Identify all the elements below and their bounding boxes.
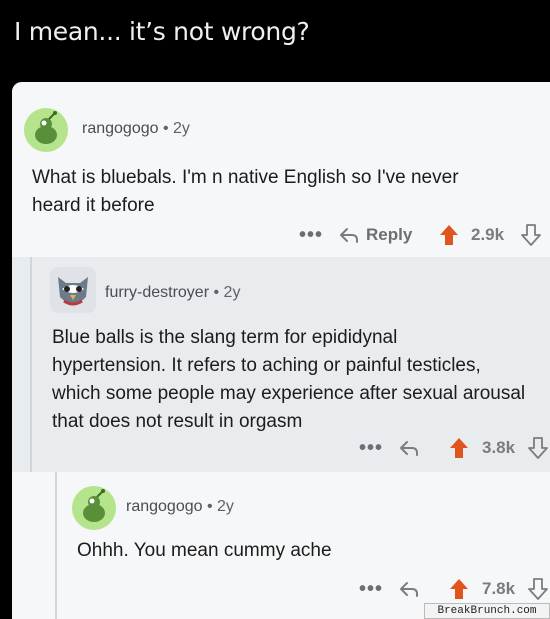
reply-button[interactable]: [398, 576, 420, 602]
more-dots-icon[interactable]: •••: [359, 435, 383, 461]
upvote-arrow-icon: [440, 225, 458, 245]
comment-actions: ••• 3.8k: [12, 435, 550, 461]
upvote-arrow-icon: [450, 579, 468, 599]
comment-thread: rangogogo • 2y What is bluebals. I'm n n…: [12, 82, 550, 619]
owl-avatar-icon[interactable]: [50, 267, 96, 313]
reply-label: Reply: [366, 225, 413, 244]
username-link[interactable]: rangogogo: [82, 120, 159, 137]
comment-actions: ••• Reply 2.9k: [12, 222, 550, 248]
downvote-button[interactable]: [528, 435, 548, 461]
more-dots-icon[interactable]: •••: [359, 576, 383, 602]
comment-meta: furry-destroyer • 2y: [105, 284, 240, 302]
reply-arrow-icon: [400, 441, 418, 456]
comment-1: rangogogo • 2y What is bluebals. I'm n n…: [12, 82, 550, 257]
score: 2.9k: [471, 225, 505, 244]
username-link[interactable]: furry-destroyer: [105, 284, 209, 301]
more-dots-icon[interactable]: •••: [299, 222, 323, 248]
upvote-button[interactable]: [449, 435, 469, 461]
comment-body: Blue balls is the slang term for epididy…: [52, 327, 526, 432]
reply-button[interactable]: [398, 435, 420, 461]
downvote-arrow-icon: [528, 578, 548, 600]
comment-body: What is bluebals. I'm n native English s…: [32, 167, 459, 216]
reply-arrow-icon: [400, 582, 418, 597]
downvote-button[interactable]: [521, 222, 541, 248]
upvote-arrow-icon: [450, 438, 468, 458]
reply-button[interactable]: Reply: [338, 222, 412, 248]
meta-separator: •: [162, 120, 169, 137]
upvote-button[interactable]: [439, 222, 459, 248]
reply-arrow-icon: [340, 228, 358, 243]
post-title: I mean... it’s not wrong?: [14, 17, 310, 46]
comment-age: 2y: [217, 498, 234, 515]
score: 7.8k: [482, 579, 516, 598]
meta-separator: •: [213, 284, 220, 301]
comment-3: rangogogo • 2y Ohhh. You mean cummy ache…: [12, 472, 550, 619]
score: 3.8k: [482, 438, 516, 457]
comment-meta: rangogogo • 2y: [82, 120, 190, 138]
snoo-avatar-icon[interactable]: [24, 108, 68, 152]
comment-age: 2y: [173, 120, 190, 137]
comment-age: 2y: [223, 284, 241, 301]
downvote-arrow-icon: [521, 224, 541, 246]
downvote-button[interactable]: [528, 576, 548, 602]
comment-meta: rangogogo • 2y: [126, 498, 234, 516]
comment-2: furry-destroyer • 2y Blue balls is the s…: [12, 257, 550, 472]
comment-actions: ••• 7.8k: [12, 576, 550, 602]
username-link[interactable]: rangogogo: [126, 498, 203, 515]
downvote-arrow-icon: [528, 437, 548, 459]
comment-body: Ohhh. You mean cummy ache: [77, 540, 332, 561]
upvote-button[interactable]: [449, 576, 469, 602]
snoo-avatar-icon[interactable]: [72, 486, 116, 530]
watermark: BreakBrunch.com: [424, 603, 550, 619]
meta-separator: •: [206, 498, 213, 515]
